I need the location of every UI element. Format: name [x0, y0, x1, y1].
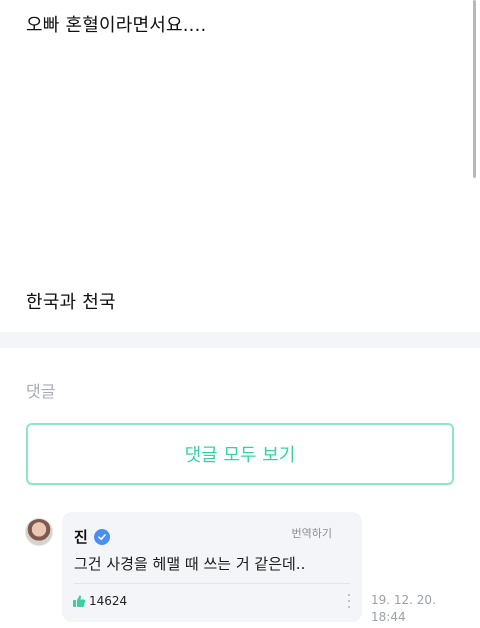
comment-time: 18:44	[371, 610, 406, 624]
like-count: 14624	[89, 594, 128, 608]
verified-badge-icon	[93, 528, 110, 545]
like-button[interactable]: 14624	[72, 594, 127, 608]
view-all-comments-button[interactable]: 댓글 모두 보기	[26, 423, 454, 485]
scrollbar[interactable]	[473, 0, 476, 178]
post-text-line: 오빠 혼혈이라면서요....	[26, 15, 207, 36]
translate-button[interactable]: 번역하기	[292, 525, 332, 541]
comments-heading: 댓글	[26, 382, 56, 401]
section-divider	[0, 332, 480, 348]
comment-divider	[74, 583, 350, 584]
comment-item: 진 번역하기 그건 사경을 헤맬 때 쓰는 거 같은데.. 14624	[62, 512, 362, 622]
avatar[interactable]	[25, 518, 53, 546]
post-text-line: 한국과 천국	[26, 292, 116, 313]
comment-text: 그건 사경을 헤맬 때 쓰는 거 같은데..	[74, 555, 306, 573]
thumbs-up-icon	[73, 595, 86, 607]
comment-author-row: 진	[74, 526, 110, 547]
comment-timestamp: 19. 12. 20. 18:44	[371, 592, 441, 626]
post-body: 오빠 혼혈이라면서요.... 한국과 천국	[0, 0, 480, 332]
comment-author-name[interactable]: 진	[74, 526, 88, 547]
more-vertical-icon[interactable]	[346, 594, 352, 608]
comment-date: 19. 12. 20.	[371, 593, 436, 607]
comments-section: 댓글 댓글 모두 보기 진 번역하기 그건 사경을 헤맬 때 쓰는 거 같은데.…	[0, 348, 480, 628]
